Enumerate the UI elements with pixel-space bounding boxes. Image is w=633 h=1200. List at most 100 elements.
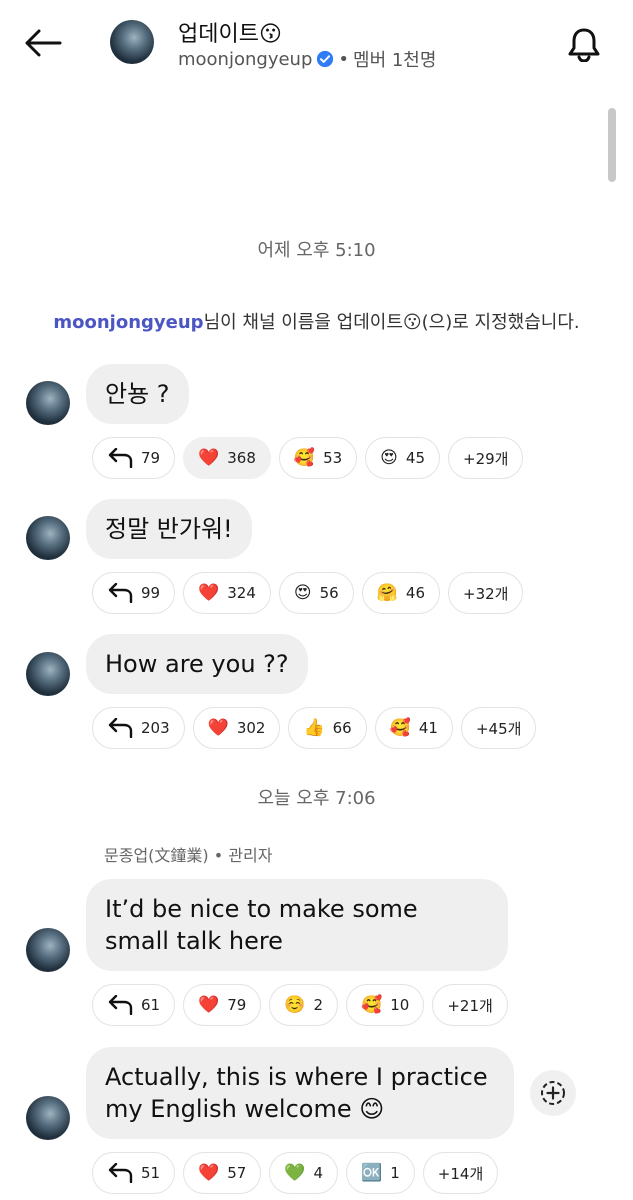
timestamp: 오늘 오후 7:06 xyxy=(257,788,376,809)
more-reactions-count: +21개 xyxy=(447,996,493,1015)
system-message-text: 님이 채널 이름을 업데이트😗(으)로 지정했습니다. xyxy=(203,312,580,333)
sender-role: • 관리자 xyxy=(213,846,273,865)
add-reaction-button[interactable] xyxy=(530,1070,576,1116)
reaction-chip[interactable]: 🥰 53 xyxy=(278,437,358,479)
reaction-count: 302 xyxy=(236,719,266,737)
message-bubble[interactable]: It’d be nice to make some small talk her… xyxy=(86,879,508,971)
reaction-chip[interactable]: ❤️ 57 xyxy=(183,1152,262,1194)
reply-arrow-icon xyxy=(108,1163,133,1183)
reply-chip[interactable]: 203 xyxy=(92,707,185,749)
more-reactions-chip[interactable]: +45개 xyxy=(460,707,537,749)
message-bubble[interactable]: 정말 반가워! xyxy=(86,499,252,559)
more-reactions-chip[interactable]: +21개 xyxy=(432,984,508,1026)
reaction-chip[interactable]: 👍 66 xyxy=(288,707,367,749)
hugging-face-icon: 🤗 xyxy=(376,582,398,603)
more-reactions-count: +32개 xyxy=(463,584,509,603)
reaction-chip[interactable]: ❤️ 302 xyxy=(192,707,281,749)
reaction-count: 56 xyxy=(319,584,339,602)
reply-arrow-icon xyxy=(108,448,133,468)
reaction-chip[interactable]: 😍 45 xyxy=(365,437,440,479)
more-reactions-chip[interactable]: +14개 xyxy=(422,1152,499,1194)
reaction-chip[interactable]: ☺️ 2 xyxy=(269,984,339,1026)
reply-chip[interactable]: 79 xyxy=(92,437,176,479)
more-reactions-chip[interactable]: +32개 xyxy=(448,572,524,614)
message-bubble[interactable]: How are you ?? xyxy=(86,634,308,694)
sender-avatar[interactable] xyxy=(26,516,70,560)
reaction-count: 2 xyxy=(313,996,324,1014)
reaction-chip[interactable]: ❤️ 368 xyxy=(183,437,271,479)
sender-avatar[interactable] xyxy=(26,1096,70,1140)
reaction-chip[interactable]: ❤️ 324 xyxy=(183,572,271,614)
reaction-count: 46 xyxy=(405,584,425,602)
reaction-chip[interactable]: 🥰 41 xyxy=(374,707,453,749)
reply-count: 79 xyxy=(141,449,161,467)
scrollbar[interactable] xyxy=(608,108,616,182)
smiling-face-with-hearts-icon: 🥰 xyxy=(361,994,383,1015)
reaction-chip[interactable]: ❤️ 79 xyxy=(183,984,262,1026)
relieved-face-icon: ☺️ xyxy=(284,994,306,1015)
reaction-chip[interactable]: 🆗 1 xyxy=(346,1152,415,1194)
sender-name[interactable]: 문종업(文鐘業) xyxy=(104,846,209,865)
reply-count: 203 xyxy=(141,719,170,737)
separator-dot: • xyxy=(338,48,350,70)
system-message: moonjongyeup님이 채널 이름을 업데이트😗(으)로 지정했습니다. xyxy=(0,308,633,334)
smiling-face-with-hearts-icon: 🥰 xyxy=(389,717,411,738)
reaction-chip[interactable]: 💚 4 xyxy=(269,1152,339,1194)
notifications-button[interactable] xyxy=(562,22,606,66)
reaction-bar: 203 ❤️ 302 👍 66 🥰 41 +45개 xyxy=(92,707,537,749)
message-bubble[interactable]: 안뇽 ? xyxy=(86,364,189,424)
message-bubble[interactable]: Actually, this is where I practice my En… xyxy=(86,1047,514,1139)
sender-avatar[interactable] xyxy=(26,652,70,696)
reply-chip[interactable]: 51 xyxy=(92,1152,176,1194)
sender-avatar[interactable] xyxy=(26,381,70,425)
reply-count: 99 xyxy=(141,584,161,602)
reaction-count: 10 xyxy=(390,996,410,1014)
channel-subtitle: moonjongyeup • 멤버 1천명 xyxy=(178,46,436,72)
heart-icon: ❤️ xyxy=(198,1162,220,1183)
heart-icon: ❤️ xyxy=(198,582,220,603)
reaction-bar: 51 ❤️ 57 💚 4 🆗 1 +14개 xyxy=(92,1152,499,1194)
reaction-count: 4 xyxy=(313,1164,324,1182)
more-reactions-count: +14개 xyxy=(437,1164,484,1183)
reaction-chip[interactable]: 😍 56 xyxy=(278,572,354,614)
reply-arrow-icon xyxy=(108,583,133,603)
back-button[interactable] xyxy=(22,24,64,62)
reply-count: 51 xyxy=(141,1164,161,1182)
reaction-count: 57 xyxy=(227,1164,247,1182)
channel-header: 업데이트😗 moonjongyeup • 멤버 1천명 xyxy=(0,0,633,90)
green-heart-icon: 💚 xyxy=(284,1162,306,1183)
reaction-count: 79 xyxy=(227,996,247,1014)
thumbs-up-icon: 👍 xyxy=(303,717,325,738)
more-reactions-chip[interactable]: +29개 xyxy=(448,437,524,479)
timestamp: 어제 오후 5:10 xyxy=(257,240,376,261)
reaction-bar: 79 ❤️ 368 🥰 53 😍 45 +29개 xyxy=(92,437,524,479)
channel-avatar[interactable] xyxy=(110,20,154,64)
heart-icon: ❤️ xyxy=(198,447,220,468)
add-reaction-icon xyxy=(541,1081,565,1105)
bell-icon xyxy=(568,28,600,62)
member-count: 멤버 1천명 xyxy=(353,50,437,71)
heart-icon: ❤️ xyxy=(198,994,220,1015)
reaction-chip[interactable]: 🤗 46 xyxy=(361,572,440,614)
reply-arrow-icon xyxy=(108,718,133,738)
reaction-chip[interactable]: 🥰 10 xyxy=(346,984,425,1026)
reply-chip[interactable]: 61 xyxy=(92,984,176,1026)
reaction-bar: 99 ❤️ 324 😍 56 🤗 46 +32개 xyxy=(92,572,524,614)
reaction-count: 45 xyxy=(405,449,425,467)
channel-title[interactable]: 업데이트😗 xyxy=(178,16,282,48)
reply-arrow-icon xyxy=(108,995,133,1015)
reply-chip[interactable]: 99 xyxy=(92,572,176,614)
reaction-count: 41 xyxy=(418,719,438,737)
channel-username[interactable]: moonjongyeup xyxy=(178,49,312,70)
reaction-count: 66 xyxy=(332,719,352,737)
ok-button-icon: 🆗 xyxy=(361,1162,383,1183)
sender-avatar[interactable] xyxy=(26,928,70,972)
heart-eyes-icon: 😍 xyxy=(380,447,398,468)
sender-line: 문종업(文鐘業) • 관리자 xyxy=(104,842,272,866)
smiling-face-with-hearts-icon: 🥰 xyxy=(293,447,316,468)
more-reactions-count: +29개 xyxy=(463,449,509,468)
heart-eyes-icon: 😍 xyxy=(293,582,312,603)
system-message-username[interactable]: moonjongyeup xyxy=(53,312,203,333)
reaction-count: 324 xyxy=(227,584,256,602)
reaction-bar: 61 ❤️ 79 ☺️ 2 🥰 10 +21개 xyxy=(92,984,508,1026)
